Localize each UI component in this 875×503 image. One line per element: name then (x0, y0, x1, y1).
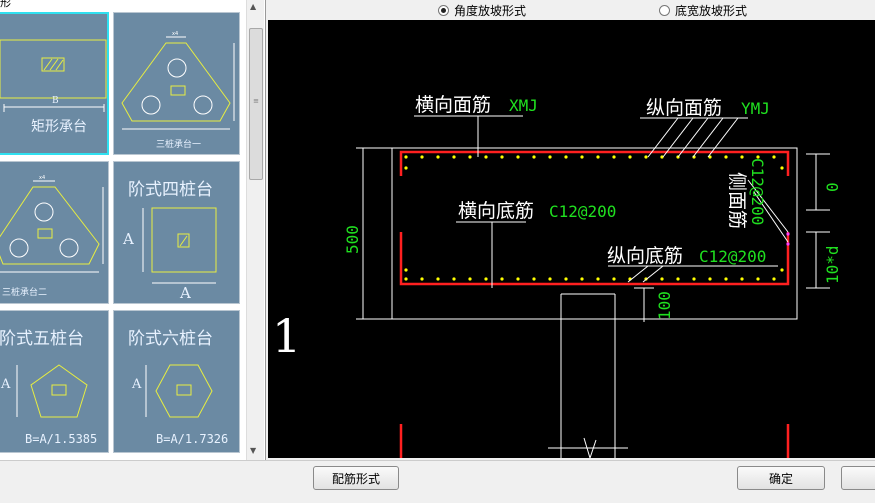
template-gallery: 形 B 矩形承台 x4 三桩承台一 x4 三桩承台二 阶式四桩台 A A 阶式五… (0, 0, 266, 460)
rebar-drawing: 1 横向面筋 XMJ 纵向面筋 YMJ 横向底筋 C12@200 纵向底筋 C1… (272, 94, 842, 458)
top-dim-text: 0 (823, 182, 842, 192)
svg-text:x4: x4 (172, 31, 178, 37)
rect-cap-dim-label: B (52, 96, 59, 106)
three-pile-cap-1-diagram: x4 (121, 31, 235, 130)
tile-three-pile-cap-2[interactable]: x4 三桩承台二 (0, 161, 109, 304)
longitudinal-bottom-label: 纵向底筋 (607, 245, 683, 267)
slope-option-bar: 角度放坡形式 底宽放坡形式 (266, 0, 875, 20)
width-slope-label[interactable]: 底宽放坡形式 (675, 2, 747, 19)
radio-selected-icon[interactable] (438, 5, 449, 16)
side-face-code: C12@200 (748, 158, 767, 225)
section-mark: 1 (272, 309, 301, 363)
stepped-5-pile-cap-dim: A (1, 377, 11, 392)
rect-cap-caption: 矩形承台 (31, 119, 87, 135)
grip-icon: ≡ (253, 97, 259, 105)
rebar-form-button[interactable]: 配筋形式 (313, 466, 399, 490)
radio-unselected-icon[interactable] (659, 5, 670, 16)
svg-text:x4: x4 (39, 175, 45, 181)
tile-stepped-6-pile-cap[interactable]: 阶式六桩台 A B=A/1.7326 (113, 310, 240, 453)
stepped-5-pile-cap-formula: B=A/1.5385 (25, 432, 98, 446)
height-dim-text: 500 (343, 225, 362, 254)
rebar-drawing-canvas: 1 横向面筋 XMJ 纵向面筋 YMJ 横向底筋 C12@200 纵向底筋 C1… (268, 20, 875, 458)
gallery-scrollbar[interactable]: ▲ ≡ ▼ (246, 0, 264, 460)
stepped-4-pile-cap-dim-h: A (180, 284, 191, 302)
scroll-up-icon[interactable]: ▲ (250, 2, 256, 11)
scroll-down-icon[interactable]: ▼ (250, 446, 256, 455)
tile-three-pile-cap-1[interactable]: x4 三桩承台一 (113, 12, 240, 155)
three-pile-cap-2-diagram: x4 (0, 175, 104, 273)
anchor-dim-text: 10*d (823, 245, 842, 284)
gallery-label: 形 (0, 0, 11, 9)
side-face-label: 侧面筋 (726, 172, 748, 229)
three-pile-cap-1-caption: 三桩承台一 (156, 140, 202, 150)
angle-slope-radio[interactable]: 角度放坡形式 (438, 2, 526, 19)
cover-dim-text: 100 (655, 291, 674, 320)
tile-stepped-4-pile-cap[interactable]: 阶式四桩台 A A (113, 161, 240, 304)
transverse-top-label: 横向面筋 (415, 94, 491, 116)
scrollbar-thumb[interactable]: ≡ (249, 28, 263, 180)
stepped-6-pile-cap-dim: A (132, 377, 142, 392)
tile-rect-cap[interactable]: B 矩形承台 (0, 12, 109, 155)
transverse-bottom-code: C12@200 (549, 202, 616, 221)
tile-stepped-5-pile-cap[interactable]: 阶式五桩台 A B=A/1.5385 (0, 310, 109, 453)
longitudinal-top-label: 纵向面筋 (646, 97, 722, 119)
transverse-bottom-label: 横向底筋 (458, 200, 534, 222)
width-slope-radio[interactable]: 底宽放坡形式 (659, 2, 747, 19)
ok-button[interactable]: 确定 (737, 466, 825, 490)
cancel-button-partial[interactable] (841, 466, 875, 490)
transverse-top-code: XMJ (509, 96, 538, 115)
stepped-4-pile-cap-dim-v: A (123, 230, 134, 248)
dialog-button-bar: 配筋形式 确定 (0, 460, 875, 503)
longitudinal-bottom-code: C12@200 (699, 247, 766, 266)
angle-slope-label[interactable]: 角度放坡形式 (454, 2, 526, 19)
stepped-6-pile-cap-formula: B=A/1.7326 (156, 432, 229, 446)
longitudinal-top-code: YMJ (741, 99, 770, 118)
three-pile-cap-2-caption: 三桩承台二 (2, 288, 48, 298)
